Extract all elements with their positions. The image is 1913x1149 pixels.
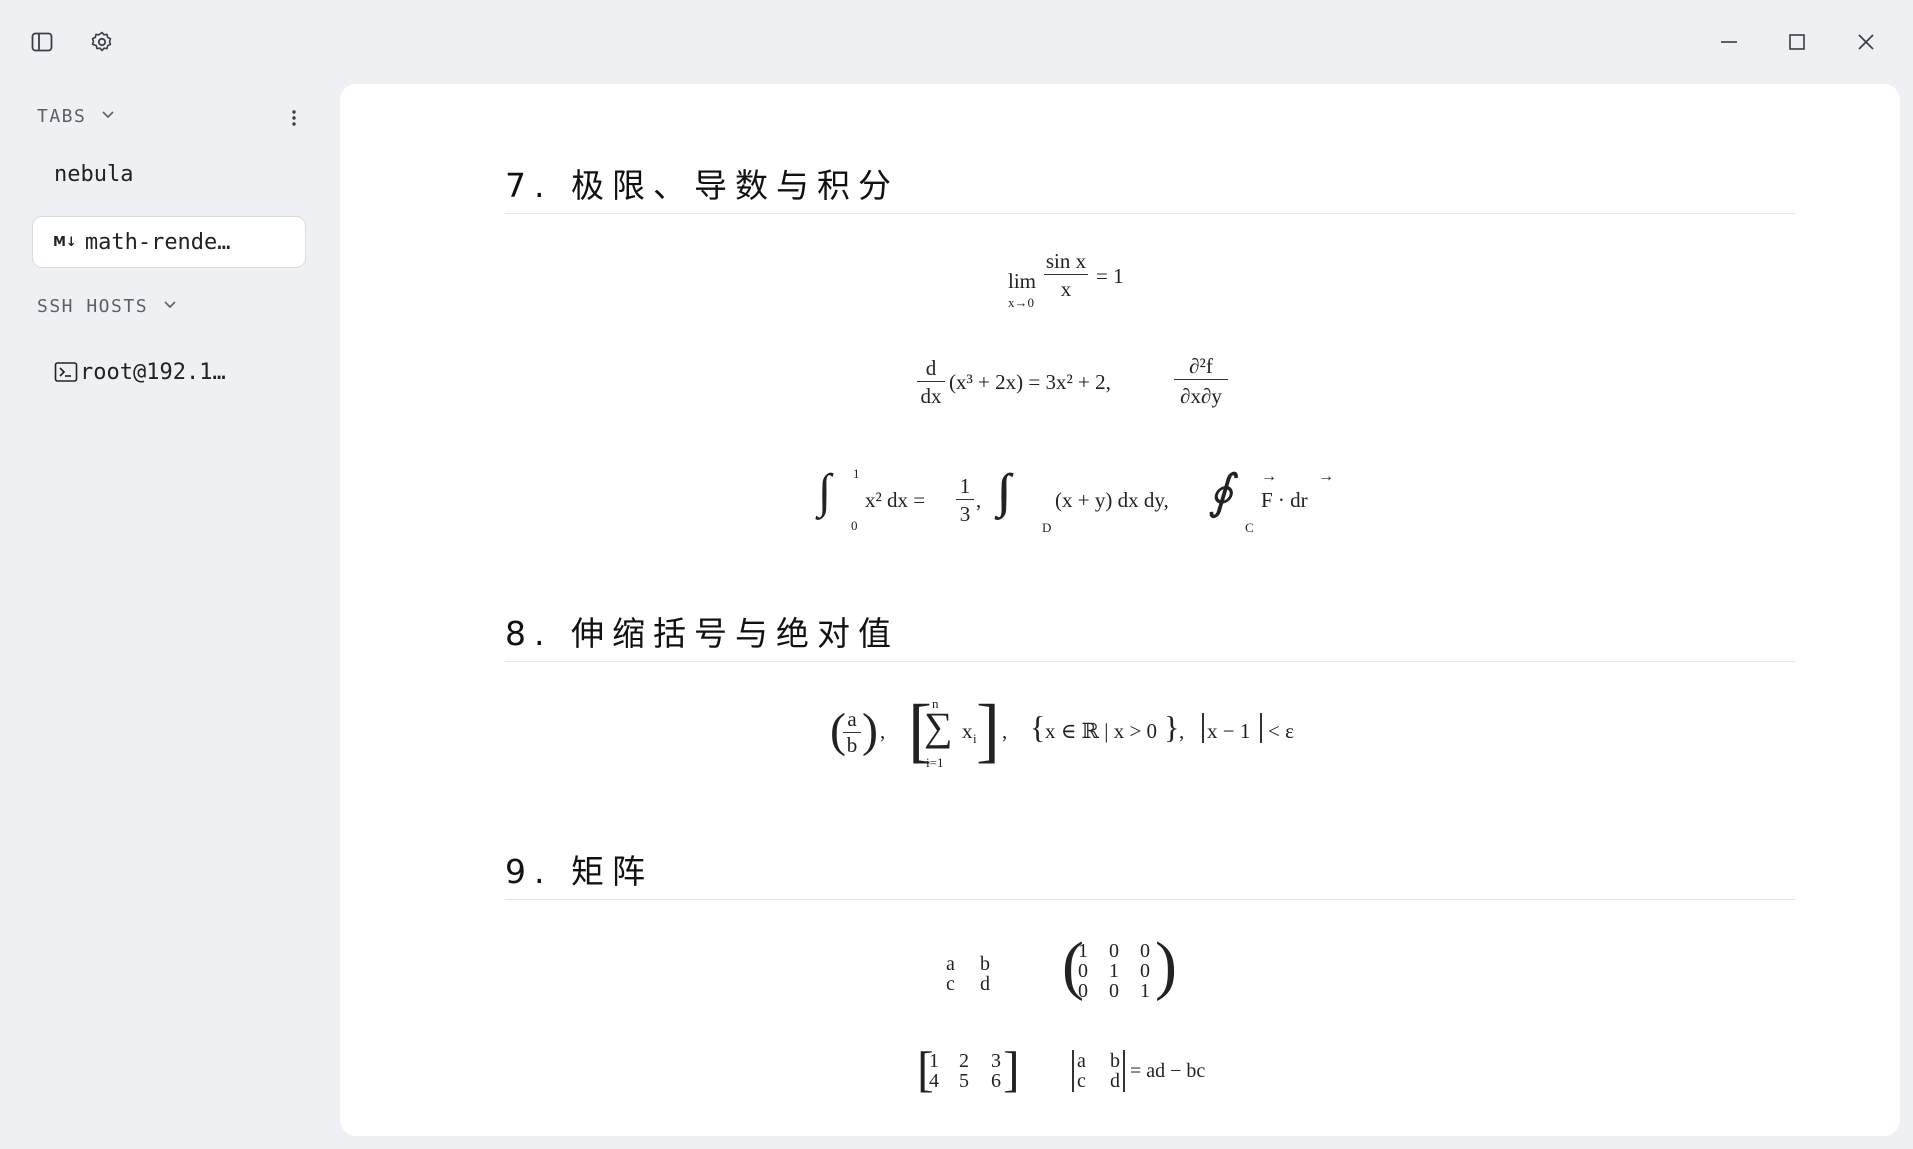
sum-body: x (962, 719, 973, 743)
equation-derivative: d dx (x³ + 2x) = 3x² + 2, ∂²f ∂x∂y (917, 354, 1247, 414)
tab-label: nebula (54, 161, 134, 187)
ssh-host-label: root@192.1… (80, 359, 226, 385)
section-heading-8: 8. 伸缩括号与绝对值 (505, 607, 1795, 662)
integral-sign: ∫ (818, 465, 832, 518)
close-icon[interactable] (1844, 20, 1888, 64)
matrix-cell: 6 (991, 1070, 1001, 1092)
sum-lower: i=1 (926, 755, 944, 770)
sidebar-toggle-icon[interactable] (20, 20, 64, 64)
matrix-cell: d (1110, 1070, 1120, 1092)
bracket-right: ] (1003, 1041, 1020, 1097)
integral-upper-limit: 1 (853, 466, 860, 481)
abs-body: x − 1 (1207, 719, 1251, 743)
double-integral-body: (x + y) dx dy, (1055, 488, 1169, 512)
maximize-icon[interactable] (1775, 20, 1819, 64)
terminal-icon (54, 361, 78, 383)
frac-numerator: sin x (1044, 249, 1088, 275)
frac-numerator: a (843, 707, 861, 733)
frac-numerator: 1 (956, 474, 974, 500)
document-pane[interactable]: 7. 极限、导数与积分 lim x→0 sin x x = 1 d dx (x³… (340, 84, 1900, 1136)
chevron-down-icon (100, 106, 116, 127)
matrix-cell: 4 (929, 1070, 939, 1092)
section-heading-7: 7. 极限、导数与积分 (505, 159, 1795, 214)
section-heading-9: 9. 矩阵 (505, 845, 1795, 900)
frac-denominator: b (846, 733, 858, 757)
vector-arrow: → (1261, 468, 1277, 485)
frac-denominator: x (1060, 277, 1072, 301)
lim-subscript: x→0 (1008, 295, 1034, 310)
matrix-cell: c (1077, 1070, 1086, 1092)
tab-math-render[interactable]: M↓ math-rende… (32, 216, 306, 268)
tabs-header-label: TABS (37, 106, 87, 127)
minimize-icon[interactable] (1707, 20, 1751, 64)
paren-right: ) (1155, 929, 1177, 1002)
frac-numerator: d (917, 356, 945, 382)
gear-icon[interactable] (80, 20, 124, 64)
frac-denominator: dx (920, 384, 942, 408)
det-bar-left (1072, 1050, 1074, 1092)
ssh-hosts-section-header[interactable]: SSH HOSTS (37, 296, 178, 317)
matrix-cell: 5 (959, 1070, 969, 1092)
sidebar: TABS nebula M↓ math-rende… SSH HOSTS roo… (0, 72, 338, 1149)
paren-right: ) (862, 704, 878, 757)
markdown-icon: M↓ (53, 234, 77, 250)
integral-body: x² dx = (865, 488, 926, 512)
equation-integrals: ∫ 1 0 x² dx = 1 3 , ∫∫ D (x + y) dx dy, … (818, 464, 1348, 544)
comma: , (880, 719, 886, 743)
equation-delimiters: ( a b ) , [ n ∑ i=1 x i ] , { x ∈ ℝ | x … (830, 690, 1350, 779)
equals-one: = 1 (1096, 264, 1124, 288)
frac-numerator: ∂²f (1174, 354, 1228, 380)
set-body: x ∈ ℝ | x > 0 (1045, 719, 1158, 743)
matrix-cell: 1 (1140, 980, 1150, 1002)
abs-tail: < ε (1268, 719, 1294, 743)
abs-bar-right (1260, 713, 1262, 743)
matrix-bracket: [ 1 2 3 4 5 6 ] (917, 1041, 1027, 1106)
double-integral-region: D (1042, 520, 1052, 535)
det-result: = ad − bc (1130, 1060, 1206, 1082)
brace-left: { (1030, 709, 1046, 745)
tab-label: math-rende… (84, 229, 231, 255)
det-bar-right (1123, 1050, 1125, 1092)
lim-text: lim (1008, 269, 1037, 293)
bracket-right: ] (976, 690, 1000, 770)
matrix-cell: 0 (1109, 980, 1119, 1002)
contour-integral-curve: C (1245, 520, 1254, 535)
contour-integral-sign: ∮ (1208, 466, 1234, 519)
comma: , (1179, 719, 1185, 743)
matrix-cell: c (946, 973, 955, 995)
brace-right: } (1164, 709, 1180, 745)
vector-arrow: → (1318, 468, 1334, 485)
comma: , (976, 488, 982, 512)
matrix-cell: d (980, 973, 990, 995)
more-options-icon[interactable] (280, 104, 308, 132)
tabs-section-header[interactable]: TABS (37, 106, 116, 127)
equation-limit: lim x→0 sin x x = 1 (1008, 249, 1148, 310)
comma: , (1002, 719, 1008, 743)
frac-denominator: 3 (959, 502, 971, 526)
tab-nebula[interactable]: nebula (32, 148, 306, 200)
frac-denominator: ∂x∂y (1180, 384, 1222, 408)
derivative-body: (x³ + 2x) = 3x² + 2, (949, 370, 1111, 394)
matrix-cell: 0 (1078, 980, 1088, 1002)
matrix-determinant: a b c d = ad − bc (1072, 1046, 1272, 1106)
title-bar (0, 0, 1913, 72)
contour-integral-body: F · dr (1261, 488, 1308, 512)
chevron-down-icon (162, 296, 178, 317)
ssh-hosts-header-label: SSH HOSTS (37, 296, 149, 317)
integral-lower-limit: 0 (851, 518, 858, 533)
sum-sign: ∑ (924, 704, 953, 749)
ssh-host-item[interactable]: root@192.1… (32, 346, 306, 398)
matrix-identity: ( 1 0 0 0 1 0 0 0 1 ) (1062, 929, 1182, 1016)
abs-bar-left (1202, 713, 1204, 743)
